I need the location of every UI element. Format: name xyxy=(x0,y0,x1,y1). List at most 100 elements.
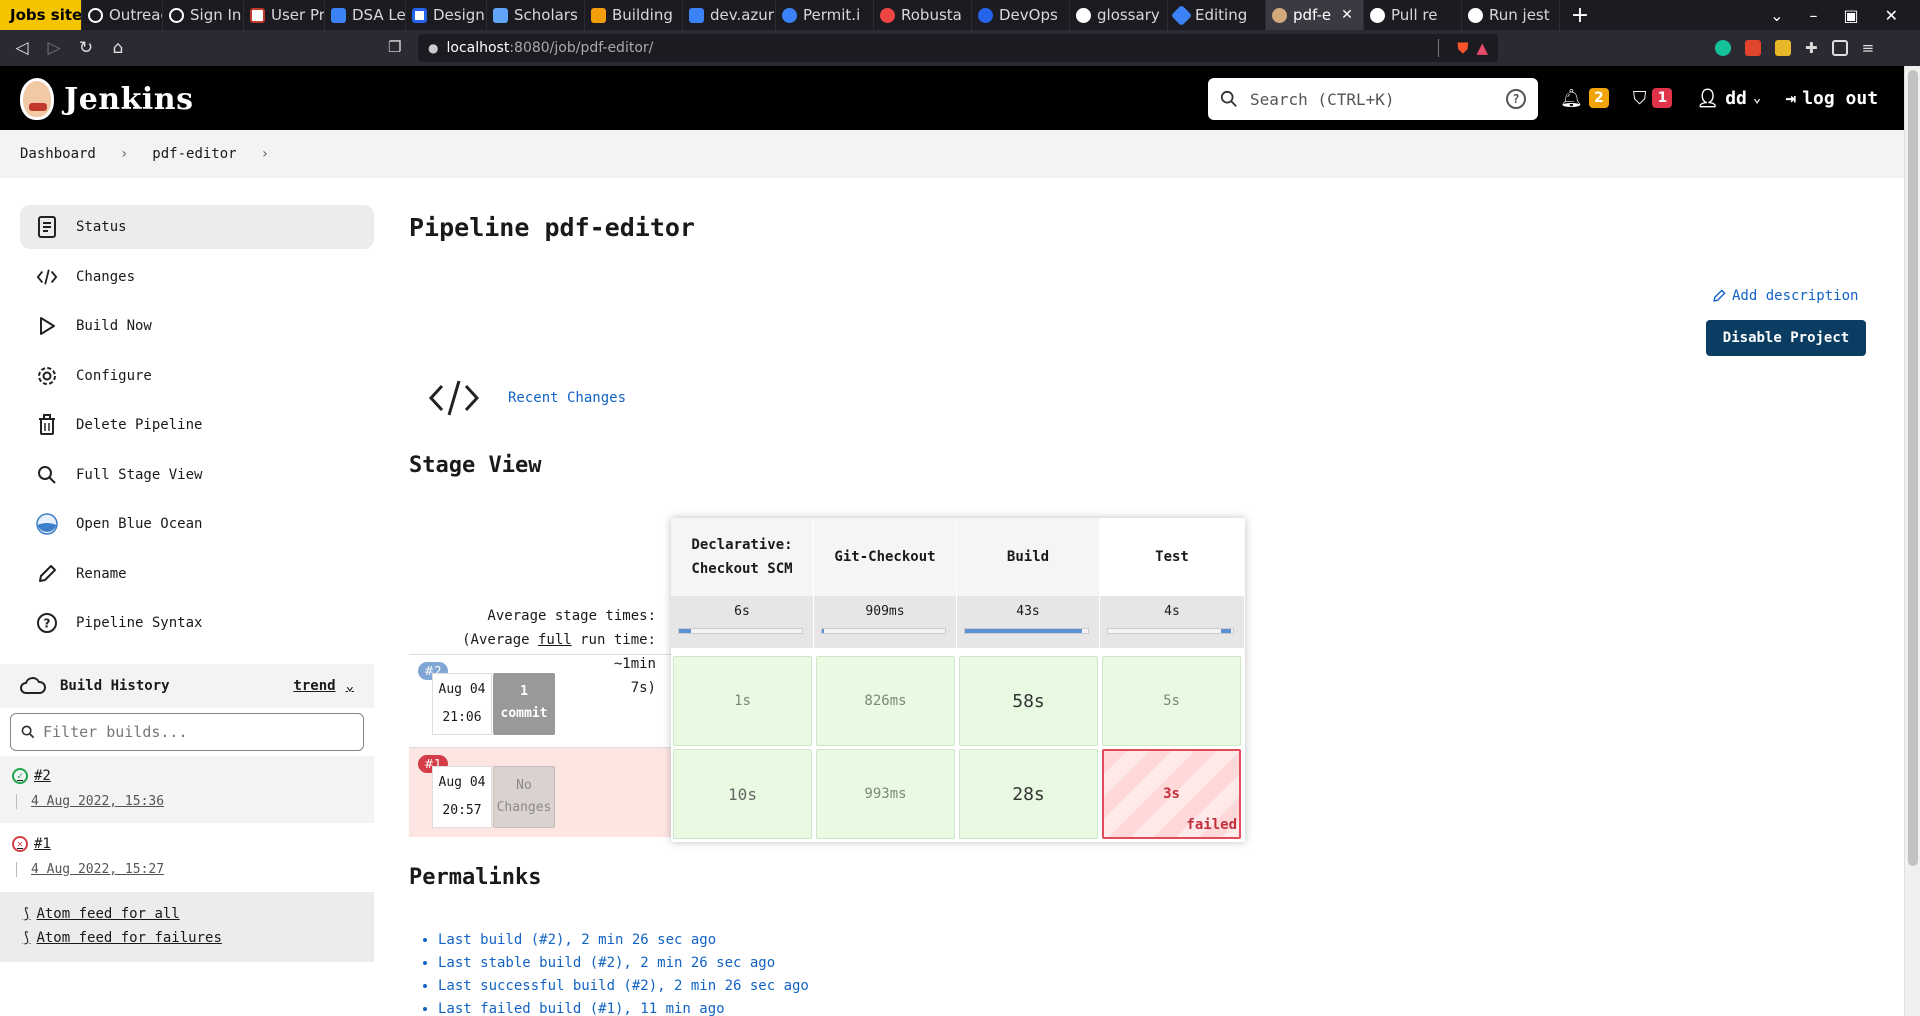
close-icon[interactable]: ✕ xyxy=(1341,7,1353,23)
sidebar-item-rename[interactable]: Rename xyxy=(20,552,374,596)
menu-icon[interactable]: ≡ xyxy=(1862,39,1875,57)
browser-tab[interactable]: Jobs sites xyxy=(0,0,82,30)
scrollbar-thumb[interactable] xyxy=(1908,70,1918,866)
permalink[interactable]: Last failed build (#1), 11 min ago xyxy=(438,998,809,1016)
brave-shield-icon[interactable]: ⛊ xyxy=(1457,39,1468,57)
brave-rewards-icon[interactable]: ▲ xyxy=(1476,39,1488,57)
chevron-down-icon[interactable]: ⌄ xyxy=(1770,6,1783,25)
cloud-icon xyxy=(20,677,46,694)
browser-tab[interactable]: DevOps xyxy=(972,0,1070,30)
notification-badge: 2 xyxy=(1588,88,1609,108)
rss-icon: ⟆ xyxy=(22,906,31,922)
sidebar-item-configure[interactable]: Configure xyxy=(20,354,374,398)
browser-tab[interactable]: DSA Leet xyxy=(325,0,406,30)
security-button[interactable]: ⛉ 1 xyxy=(1633,88,1673,109)
extension-icon[interactable] xyxy=(1775,40,1791,56)
browser-tab[interactable]: Scholars xyxy=(487,0,585,30)
build-history-header: Build History trend ⌄ xyxy=(0,664,374,708)
page-title: Pipeline pdf-editor xyxy=(409,213,695,242)
browser-tab[interactable]: Robusta xyxy=(874,0,972,30)
reload-icon[interactable]: ↻ xyxy=(70,38,102,58)
sidebar-item-pipeline-syntax[interactable]: ? Pipeline Syntax xyxy=(20,601,374,645)
sidebar-item-build-now[interactable]: Build Now xyxy=(20,304,374,348)
site-info-icon[interactable]: ● xyxy=(428,41,438,55)
wallet-icon[interactable] xyxy=(1831,40,1848,56)
search-box[interactable]: Search (CTRL+K) ? xyxy=(1208,78,1538,120)
sidebar-item-status[interactable]: Status xyxy=(20,205,374,249)
puzzle-icon[interactable]: ✚ xyxy=(1805,39,1818,57)
logout-button[interactable]: ⇥ log out xyxy=(1785,88,1878,109)
build-date-link[interactable]: 4 Aug 2022, 15:27 xyxy=(16,862,374,877)
full-run-time-link[interactable]: full xyxy=(538,632,572,648)
add-description-link[interactable]: Add description xyxy=(1712,288,1858,304)
user-menu[interactable]: 👤︎ dd ⌄ xyxy=(1696,88,1761,109)
success-icon: ✓ xyxy=(12,768,28,784)
browser-tab[interactable]: glossary xyxy=(1070,0,1168,30)
vertical-scrollbar[interactable] xyxy=(1904,66,1920,1016)
permalink[interactable]: Last build (#2), 2 min 26 sec ago xyxy=(438,929,809,952)
breadcrumb-pdf-editor[interactable]: pdf-editor xyxy=(152,146,236,162)
bookmark-icon[interactable]: ❐ xyxy=(388,38,401,56)
jenkins-butler-icon xyxy=(20,78,54,120)
browser-tab-active[interactable]: pdf-e ✕ xyxy=(1266,0,1364,30)
stage-cell[interactable]: 58s xyxy=(959,656,1098,746)
search-input[interactable]: Search (CTRL+K) xyxy=(1250,90,1395,109)
new-tab-icon[interactable]: + xyxy=(1560,3,1600,28)
tab-favicon-icon xyxy=(591,7,606,23)
sidebar-item-open-blue-ocean[interactable]: Open Blue Ocean xyxy=(20,502,374,546)
notifications-button[interactable]: 🔔︎ 2 xyxy=(1560,88,1609,109)
run-changes[interactable]: 1 commit xyxy=(493,673,555,735)
permalink[interactable]: Last successful build (#2), 2 min 26 sec… xyxy=(438,975,809,998)
stage-average-bar xyxy=(678,628,803,634)
build-date-link[interactable]: 4 Aug 2022, 15:36 xyxy=(16,794,374,809)
stage-average-bar xyxy=(964,628,1089,634)
browser-tab[interactable]: Editing xyxy=(1168,0,1266,30)
stage-cell[interactable]: 5s xyxy=(1102,656,1241,746)
permalinks-title: Permalinks xyxy=(409,865,542,890)
tab-favicon-icon xyxy=(88,7,103,23)
svg-text:?: ? xyxy=(44,617,51,631)
back-icon[interactable]: ◁ xyxy=(6,38,38,58)
build-link[interactable]: ✕ #1 xyxy=(12,836,374,852)
disable-project-button[interactable]: Disable Project xyxy=(1706,320,1866,356)
sidebar-item-delete-pipeline[interactable]: Delete Pipeline xyxy=(20,403,374,447)
filter-builds-input[interactable]: Filter builds... xyxy=(10,713,364,751)
chevron-right-icon[interactable]: › xyxy=(261,146,269,162)
grammarly-icon[interactable] xyxy=(1715,40,1731,56)
browser-tab[interactable]: dev.azur xyxy=(683,0,776,30)
trend-dropdown[interactable]: trend ⌄ xyxy=(293,678,354,694)
home-icon[interactable]: ⌂ xyxy=(102,38,134,58)
build-link[interactable]: ✓ #2 xyxy=(12,768,374,784)
browser-tab[interactable]: Pull re xyxy=(1364,0,1462,30)
stage-cell[interactable]: 993ms xyxy=(816,749,955,839)
user-icon: 👤︎ xyxy=(1696,87,1720,109)
browser-tab[interactable]: Outreach xyxy=(82,0,163,30)
tab-favicon-icon xyxy=(493,7,508,23)
forward-icon[interactable]: ▷ xyxy=(38,38,70,58)
stage-cell[interactable]: 28s xyxy=(959,749,1098,839)
stage-cell[interactable]: 10s xyxy=(673,749,812,839)
maximize-icon[interactable]: ▣ xyxy=(1843,6,1858,25)
browser-tab[interactable]: Designin xyxy=(406,0,487,30)
url-field[interactable]: ● localhost:8080/job/pdf-editor/ ⛊ ▲ xyxy=(418,34,1498,62)
recent-changes-link[interactable]: Recent Changes xyxy=(508,390,626,406)
extension-icon[interactable] xyxy=(1745,40,1761,56)
browser-tab[interactable]: Building xyxy=(585,0,683,30)
stage-cell-failed[interactable]: 3s failed xyxy=(1102,749,1241,839)
jenkins-logo[interactable]: Jenkins xyxy=(20,78,193,120)
sidebar-item-changes[interactable]: Changes xyxy=(20,255,374,299)
browser-tab[interactable]: User Pro xyxy=(244,0,325,30)
close-window-icon[interactable]: ✕ xyxy=(1885,6,1898,25)
browser-tab[interactable]: Run jest xyxy=(1462,0,1560,30)
sidebar-item-full-stage-view[interactable]: Full Stage View xyxy=(20,453,374,497)
atom-feed-all-link[interactable]: ⟆ Atom feed for all xyxy=(22,902,374,926)
minimize-icon[interactable]: – xyxy=(1809,6,1817,25)
atom-feed-failures-link[interactable]: ⟆ Atom feed for failures xyxy=(22,926,374,950)
stage-cell[interactable]: 1s xyxy=(673,656,812,746)
browser-tab[interactable]: Sign In xyxy=(163,0,244,30)
permalink[interactable]: Last stable build (#2), 2 min 26 sec ago xyxy=(438,952,809,975)
help-icon[interactable]: ? xyxy=(1506,89,1526,109)
browser-tab[interactable]: Permit.i xyxy=(776,0,874,30)
stage-cell[interactable]: 826ms xyxy=(816,656,955,746)
breadcrumb-dashboard[interactable]: Dashboard xyxy=(20,146,96,162)
